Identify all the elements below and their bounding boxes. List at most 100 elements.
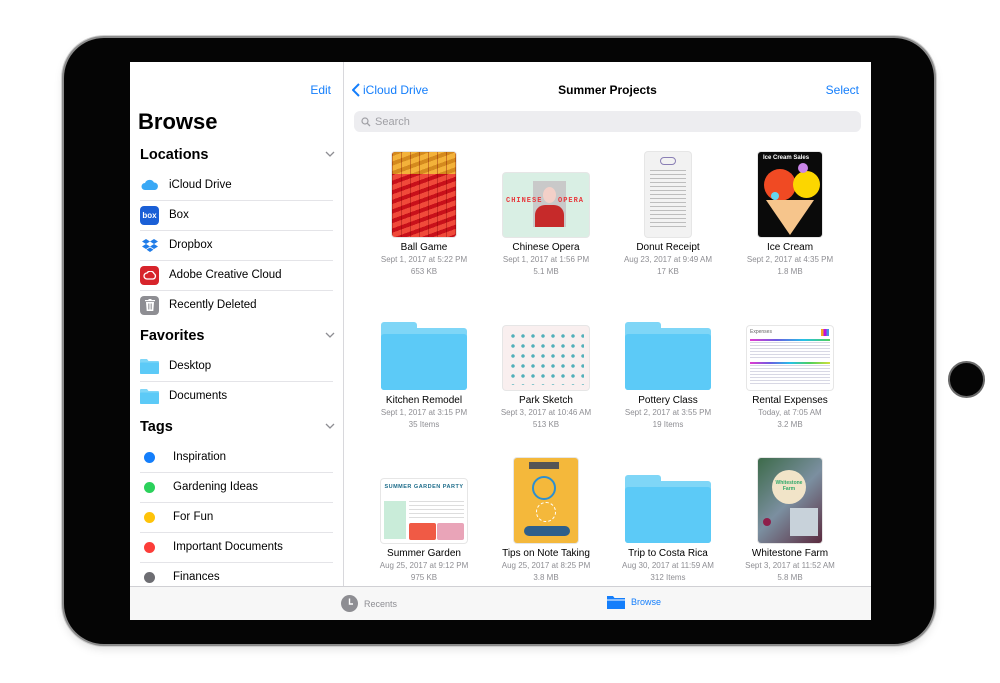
item-label: Finances xyxy=(173,571,220,583)
file-date: Sept 2, 2017 at 3:55 PM xyxy=(624,408,712,417)
file-tile-ice-cream[interactable]: Ice Cream Sales Ice Cream Sept 2, 2017 a… xyxy=(729,142,851,277)
folder-icon xyxy=(607,596,625,609)
icloud-icon xyxy=(140,175,159,195)
tab-label: Browse xyxy=(631,597,662,607)
item-label: Documents xyxy=(169,390,228,402)
screen: iPad 9:41 AM 100% Edit Browse Locations … xyxy=(130,62,871,620)
file-tile-chinese-opera[interactable]: CHINESE OPERA Chinese Opera Sept 1, 2017… xyxy=(485,142,607,277)
file-size: 19 Items xyxy=(652,420,684,429)
thumb-title: Ice Cream Sales xyxy=(763,155,810,161)
search-bar[interactable] xyxy=(354,111,861,132)
back-button[interactable]: iCloud Drive xyxy=(352,83,428,97)
file-thumbnail: Expenses xyxy=(747,326,833,390)
section-label: Tags xyxy=(140,419,173,435)
file-name: Pottery Class xyxy=(638,395,698,406)
file-name: Donut Receipt xyxy=(636,242,700,253)
item-label: Dropbox xyxy=(169,239,213,251)
file-size: 3.8 MB xyxy=(533,573,559,582)
item-label: Important Documents xyxy=(173,541,283,553)
file-size: 1.8 MB xyxy=(777,267,803,276)
home-button[interactable] xyxy=(948,361,985,398)
section-header-locations[interactable]: Locations xyxy=(140,147,336,163)
select-button[interactable]: Select xyxy=(826,83,859,97)
file-tile-ball-game[interactable]: Ball Game Sept 1, 2017 at 5:22 PM 653 KB xyxy=(363,142,485,277)
sidebar-title: Browse xyxy=(138,109,218,134)
edit-button[interactable]: Edit xyxy=(310,83,331,97)
item-label: Box xyxy=(169,209,189,221)
file-tile-summer-garden[interactable]: SUMMER GARDEN PARTY Summer Garden Aug 25… xyxy=(363,448,485,583)
file-tile-kitchen-remodel[interactable]: Kitchen Remodel Sept 1, 2017 at 3:15 PM … xyxy=(363,295,485,430)
file-date: Sept 1, 2017 at 1:56 PM xyxy=(502,255,590,264)
sidebar-item-adobe-creative-cloud[interactable]: Adobe Creative Cloud xyxy=(140,260,333,290)
chevron-down-icon[interactable] xyxy=(324,148,336,160)
sidebar-item-dropbox[interactable]: Dropbox xyxy=(140,230,333,260)
file-name: Chinese Opera xyxy=(512,242,580,253)
sidebar-item-tag-for-fun[interactable]: For Fun xyxy=(140,502,333,532)
file-size: 975 KB xyxy=(410,573,438,582)
section-header-favorites[interactable]: Favorites xyxy=(140,328,336,344)
sidebar-item-tag-important-documents[interactable]: Important Documents xyxy=(140,532,333,562)
sidebar-item-documents[interactable]: Documents xyxy=(140,381,333,411)
file-tile-pottery-class[interactable]: Pottery Class Sept 2, 2017 at 3:55 PM 19… xyxy=(607,295,729,430)
thumb-title: Whitestone Farm xyxy=(775,480,803,492)
tag-dot-icon xyxy=(144,451,155,463)
tab-label: Recents xyxy=(364,598,398,609)
file-name: Ball Game xyxy=(400,242,448,253)
back-label: iCloud Drive xyxy=(363,83,429,97)
file-tile-trip-to-costa-rica[interactable]: Trip to Costa Rica Aug 30, 2017 at 11:59… xyxy=(607,448,729,583)
thumb-title: SUMMER GARDEN PARTY xyxy=(384,484,464,490)
section-label: Favorites xyxy=(140,328,205,344)
chevron-down-icon[interactable] xyxy=(324,420,336,432)
file-size: 35 Items xyxy=(408,420,440,429)
sidebar-item-recently-deleted[interactable]: Recently Deleted xyxy=(140,290,333,320)
file-date: Sept 3, 2017 at 11:52 AM xyxy=(745,561,835,570)
chevron-left-icon xyxy=(352,83,360,97)
clock-icon xyxy=(341,595,358,612)
file-date: Sept 2, 2017 at 4:35 PM xyxy=(746,255,834,264)
file-date: Aug 23, 2017 at 9:49 AM xyxy=(623,255,713,264)
file-thumbnail xyxy=(514,458,578,543)
file-date: Aug 25, 2017 at 8:25 PM xyxy=(501,561,591,570)
file-name: Park Sketch xyxy=(519,395,573,406)
file-thumbnail xyxy=(645,152,691,237)
section-label: Locations xyxy=(140,147,209,163)
file-tile-park-sketch[interactable]: Park Sketch Sept 3, 2017 at 10:46 AM 513… xyxy=(485,295,607,430)
sidebar-item-box[interactable]: box Box xyxy=(140,200,333,230)
file-thumbnail xyxy=(392,152,456,237)
file-thumbnail: Whitestone Farm xyxy=(758,458,822,543)
file-tile-tips-on-note-taking[interactable]: Tips on Note Taking Aug 25, 2017 at 8:25… xyxy=(485,448,607,583)
tab-browse[interactable]: Browse xyxy=(607,595,661,609)
item-label: Inspiration xyxy=(173,451,227,463)
file-date: Aug 30, 2017 at 11:59 AM xyxy=(622,561,714,570)
file-name: Summer Garden xyxy=(387,548,461,559)
main-pane: iCloud Drive Summer Projects Select Ball… xyxy=(344,62,871,586)
chevron-down-icon[interactable] xyxy=(324,329,336,341)
file-thumbnail: Ice Cream Sales xyxy=(758,152,822,237)
sidebar-item-icloud-drive[interactable]: iCloud Drive xyxy=(140,170,333,200)
sidebar-item-desktop[interactable]: Desktop xyxy=(140,351,333,381)
file-date: Aug 25, 2017 at 9:12 PM xyxy=(379,561,469,570)
file-tile-donut-receipt[interactable]: Donut Receipt Aug 23, 2017 at 9:49 AM 17… xyxy=(607,142,729,277)
box-icon: box xyxy=(140,205,159,225)
file-name: Whitestone Farm xyxy=(751,548,829,559)
file-size: 513 KB xyxy=(532,420,560,429)
file-tile-rental-expenses[interactable]: Expenses Rental Expenses Today, at 7:05 … xyxy=(729,295,851,430)
tab-bar: Recents Browse xyxy=(130,586,871,620)
file-date: Sept 1, 2017 at 5:22 PM xyxy=(380,255,468,264)
tag-dot-icon xyxy=(144,541,155,553)
search-input[interactable] xyxy=(375,115,835,128)
thumb-title: Expenses xyxy=(750,329,772,335)
search-icon xyxy=(361,116,371,126)
tab-recents[interactable]: Recents xyxy=(341,595,397,612)
sidebar-item-tag-gardening-ideas[interactable]: Gardening Ideas xyxy=(140,472,333,502)
file-tile-whitestone-farm[interactable]: Whitestone Farm Whitestone Farm Sept 3, … xyxy=(729,448,851,583)
file-name: Kitchen Remodel xyxy=(385,395,463,406)
sidebar-item-tag-inspiration[interactable]: Inspiration xyxy=(140,442,333,472)
file-date: Sept 3, 2017 at 10:46 AM xyxy=(500,408,592,417)
file-size: 5.8 MB xyxy=(777,573,803,582)
file-size: 312 Items xyxy=(650,573,686,582)
section-header-tags[interactable]: Tags xyxy=(140,419,336,435)
file-date: Today, at 7:05 AM xyxy=(758,408,822,417)
file-thumbnail: SUMMER GARDEN PARTY xyxy=(381,479,467,543)
tag-dot-icon xyxy=(144,571,155,583)
